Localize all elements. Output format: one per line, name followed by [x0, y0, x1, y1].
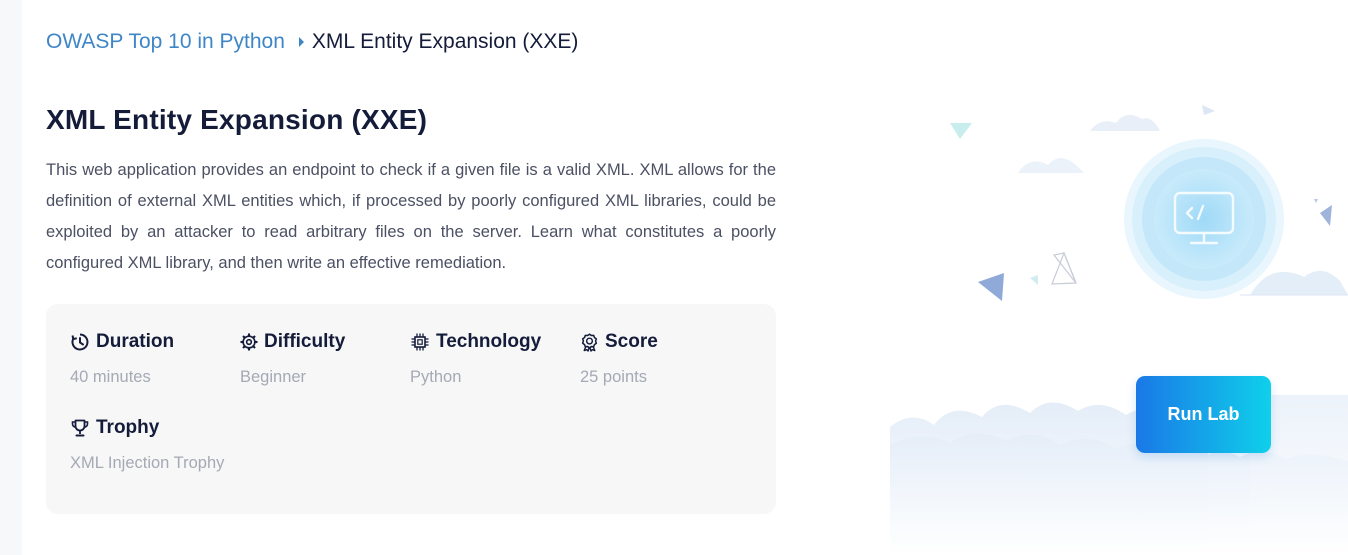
breadcrumb-parent-link[interactable]: OWASP Top 10 in Python [46, 30, 285, 54]
detail-duration: Duration 40 minutes [70, 331, 174, 387]
detail-trophy: Trophy XML Injection Trophy [70, 417, 224, 473]
lab-description: This web application provides an endpoin… [46, 161, 776, 272]
award-icon [581, 333, 598, 352]
detail-score-value: 25 points [580, 368, 647, 386]
detail-technology-value: Python [410, 368, 462, 386]
breadcrumb-arrow-icon [298, 37, 304, 47]
clock-icon [71, 333, 89, 351]
detail-difficulty-label: Difficulty [264, 331, 346, 352]
page-title: XML Entity Expansion (XXE) [46, 104, 428, 135]
detail-trophy-label: Trophy [96, 417, 160, 438]
detail-duration-label: Duration [96, 331, 175, 352]
detail-score: Score 25 points [580, 331, 658, 387]
detail-difficulty-value: Beginner [240, 368, 307, 386]
lab-details-panel: Duration 40 minutes Difficulty Beginner … [46, 304, 776, 514]
breadcrumb: OWASP Top 10 in Python XML Entity Expans… [46, 30, 578, 54]
breadcrumb-current: XML Entity Expansion (XXE) [311, 30, 579, 53]
trophy-icon [71, 419, 89, 437]
chip-icon [411, 333, 429, 351]
run-lab-button[interactable]: Run Lab [1136, 376, 1271, 453]
detail-duration-value: 40 minutes [70, 368, 151, 386]
lab-page: OWASP Top 10 in Python XML Entity Expans… [22, 0, 1348, 555]
detail-score-label: Score [605, 331, 658, 352]
detail-trophy-value: XML Injection Trophy [70, 454, 225, 472]
lab-illustration [890, 105, 1348, 555]
gear-icon [240, 333, 258, 351]
detail-technology-label: Technology [436, 331, 542, 352]
detail-difficulty: Difficulty Beginner [240, 331, 345, 387]
detail-technology: Technology Python [410, 331, 541, 387]
